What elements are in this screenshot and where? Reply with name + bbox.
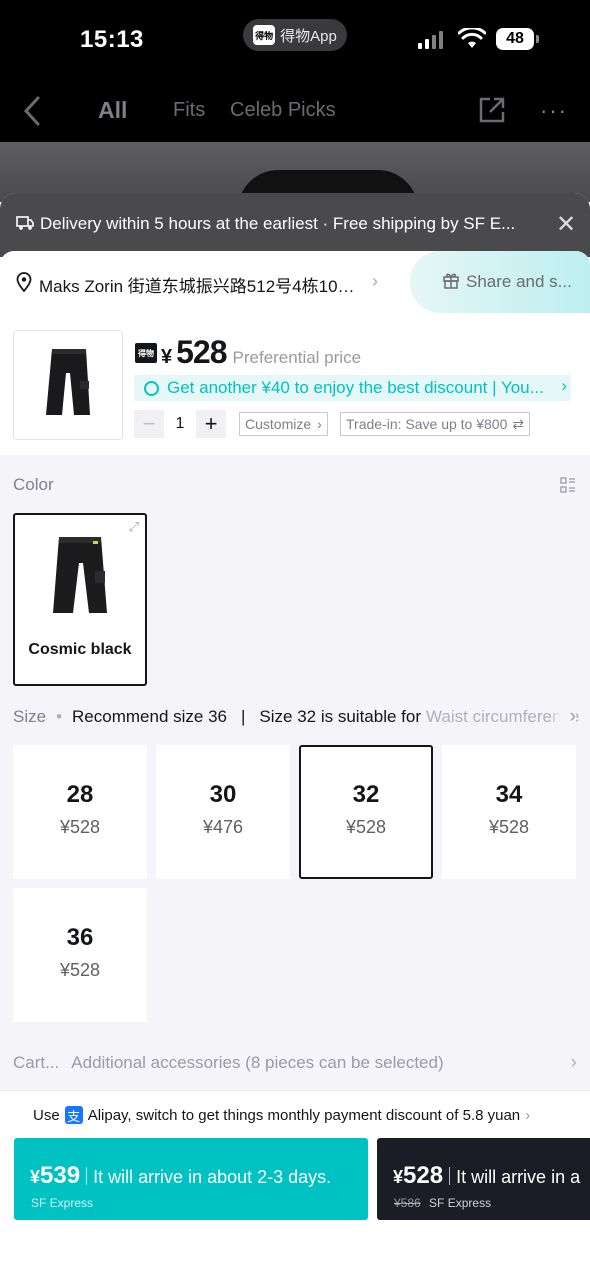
- size-price: ¥476: [202, 817, 244, 837]
- chevron-right-icon: ›: [549, 707, 576, 727]
- share-button[interactable]: Share and s...: [410, 251, 590, 313]
- buy-price: 528: [403, 1162, 444, 1189]
- payment-note-prefix: Use: [33, 1106, 60, 1124]
- list-view-icon[interactable]: [560, 477, 576, 493]
- buy-original-price: ¥586: [394, 1196, 421, 1210]
- checkout-footer: Use 支 Alipay, switch to get things month…: [0, 1090, 590, 1280]
- size-value: 28: [66, 781, 94, 808]
- expand-icon[interactable]: ⤢: [129, 519, 139, 535]
- size-price: ¥528: [345, 817, 387, 837]
- color-option-name: Cosmic black: [28, 641, 132, 658]
- size-option-34[interactable]: 34 ¥528: [442, 745, 576, 879]
- wifi-icon: [458, 28, 486, 48]
- circle-icon: [144, 380, 159, 396]
- buy-option-standard[interactable]: ¥ 528 It will arrive in a ¥586 SF Expres…: [377, 1138, 590, 1220]
- more-icon[interactable]: ···: [540, 98, 568, 124]
- tab-celeb-picks[interactable]: Celeb Picks: [230, 99, 336, 122]
- decrement-button[interactable]: −: [134, 410, 164, 438]
- customize-label: Customize: [245, 416, 312, 432]
- buy-currency: ¥: [30, 1167, 41, 1187]
- size-price: ¥528: [488, 817, 530, 837]
- price-value: 528: [176, 334, 227, 370]
- currency-symbol: ¥: [161, 346, 173, 368]
- alipay-icon: 支: [64, 1106, 83, 1124]
- quantity-value[interactable]: 1: [164, 415, 196, 433]
- signal-icon: [418, 31, 443, 49]
- chevron-right-icon: ›: [372, 271, 378, 291]
- size-label: Size: [13, 707, 47, 726]
- product-summary: 得物 ¥ 528 Preferential price Get another …: [0, 313, 590, 455]
- buy-currency: ¥: [393, 1167, 404, 1187]
- trade-in-button[interactable]: Trade-in: Save up to ¥800 ⇄: [340, 412, 531, 436]
- top-nav: All Fits Celeb Picks ···: [0, 80, 590, 142]
- accessories-row[interactable]: Cart... Additional accessories (8 pieces…: [13, 1052, 577, 1073]
- size-price: ¥528: [59, 960, 101, 980]
- buy-carrier: SF Express: [429, 1196, 492, 1210]
- size-value: 32: [352, 781, 380, 808]
- buy-carrier: SF Express: [31, 1196, 94, 1210]
- gift-icon: [443, 273, 459, 289]
- trade-in-label: Trade-in: Save up to ¥800: [346, 416, 508, 432]
- chevron-right-icon: ›: [561, 376, 567, 395]
- size-option-30[interactable]: 30 ¥476: [156, 745, 290, 879]
- size-info-row[interactable]: Size • Recommend size 36 | Size 32 is su…: [13, 707, 590, 727]
- delivery-banner: Delivery within 5 hours at the earliest …: [0, 193, 590, 257]
- price-block: ¥ 528 Preferential price: [161, 334, 361, 371]
- chevron-right-icon: ›: [317, 416, 322, 432]
- customize-button[interactable]: Customize ›: [239, 412, 328, 436]
- accessories-text: Additional accessories (8 pieces can be …: [71, 1053, 444, 1072]
- product-image: [53, 537, 107, 613]
- size-option-28[interactable]: 28 ¥528: [13, 745, 147, 879]
- share-label: Share and s...: [466, 272, 572, 291]
- color-label: Color: [13, 475, 54, 494]
- close-icon[interactable]: ✕: [556, 210, 576, 239]
- size-option-32[interactable]: 32 ¥528: [299, 745, 433, 879]
- chevron-right-icon: ›: [525, 1106, 531, 1124]
- payment-note-text: Alipay, switch to get things monthly pay…: [87, 1106, 521, 1124]
- buy-message: It will arrive in a: [456, 1167, 581, 1187]
- back-arrow-icon[interactable]: [20, 94, 44, 128]
- truck-icon: [16, 216, 34, 230]
- status-bar: 15:13 得物 得物App 48: [0, 0, 590, 80]
- accessories-label: Cart...: [13, 1053, 60, 1072]
- increment-button[interactable]: +: [196, 410, 226, 438]
- size-recommendation: Recommend size 36: [72, 707, 227, 726]
- promo-text: Get another ¥40 to enjoy the best discou…: [167, 378, 544, 397]
- price-note: Preferential price: [232, 348, 362, 367]
- size-fit-note: Size 32 is suitable for: [259, 707, 422, 726]
- quantity-stepper: − 1 +: [134, 410, 226, 438]
- payment-note[interactable]: Use 支 Alipay, switch to get things month…: [33, 1106, 530, 1124]
- product-thumbnail[interactable]: [13, 330, 123, 440]
- tab-fits[interactable]: Fits: [173, 99, 205, 122]
- size-value: 36: [66, 924, 94, 951]
- delivery-text: Delivery within 5 hours at the earliest …: [40, 214, 516, 233]
- tab-all[interactable]: All: [98, 97, 127, 124]
- location-pin-icon: [16, 272, 32, 292]
- color-option-card[interactable]: ⤢ Cosmic black: [13, 513, 147, 686]
- size-value: 34: [495, 781, 523, 808]
- promo-banner[interactable]: Get another ¥40 to enjoy the best discou…: [134, 375, 571, 401]
- buy-price: 539: [40, 1162, 81, 1189]
- battery-icon: 48: [496, 28, 539, 50]
- size-price: ¥528: [59, 817, 101, 837]
- swap-icon: ⇄: [512, 415, 525, 432]
- size-option-36[interactable]: 36 ¥528: [13, 888, 147, 1022]
- brand-logo-icon: 得物: [135, 343, 157, 363]
- address-text: Maks Zorin 街道东城振兴路512号4栋101...: [39, 277, 359, 296]
- app-pill-label: 得物App: [280, 27, 337, 45]
- buy-message: It will arrive in about 2-3 days.: [93, 1167, 332, 1187]
- app-logo-icon: 得物: [253, 25, 276, 45]
- app-pill[interactable]: 得物 得物App: [243, 19, 347, 51]
- share-external-icon[interactable]: [478, 96, 506, 124]
- buy-option-fast[interactable]: ¥ 539 It will arrive in about 2-3 days. …: [14, 1138, 368, 1220]
- size-value: 30: [209, 781, 237, 808]
- status-time: 15:13: [80, 26, 144, 53]
- chevron-right-icon: ›: [570, 1052, 577, 1073]
